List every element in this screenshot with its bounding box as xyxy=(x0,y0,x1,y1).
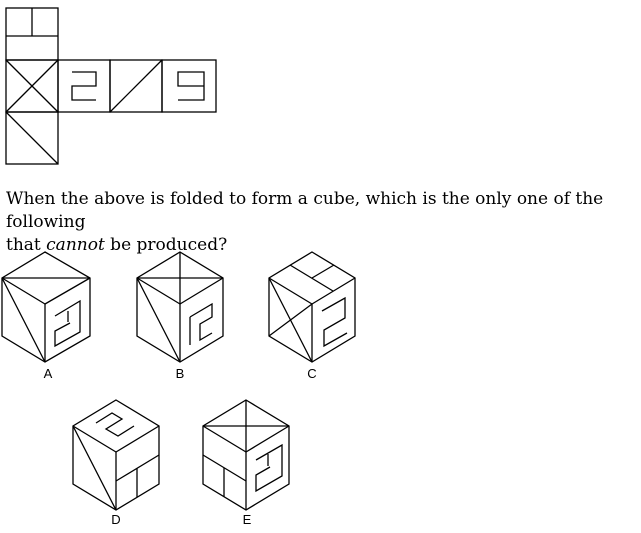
cube-option-d[interactable] xyxy=(72,399,160,511)
puzzle-canvas: When the above is folded to form a cube,… xyxy=(0,0,641,533)
cube-label-e: E xyxy=(242,512,252,527)
cube-option-c[interactable] xyxy=(268,251,356,363)
cube-label-d: D xyxy=(111,512,121,527)
cube-option-e[interactable] xyxy=(202,399,290,511)
cube-option-b[interactable] xyxy=(136,251,224,363)
cube-label-c: C xyxy=(307,366,317,381)
cube-option-a[interactable] xyxy=(1,251,91,363)
cube-label-a: A xyxy=(43,366,53,381)
cube-options xyxy=(1,251,356,511)
cube-label-b: B xyxy=(175,366,185,381)
